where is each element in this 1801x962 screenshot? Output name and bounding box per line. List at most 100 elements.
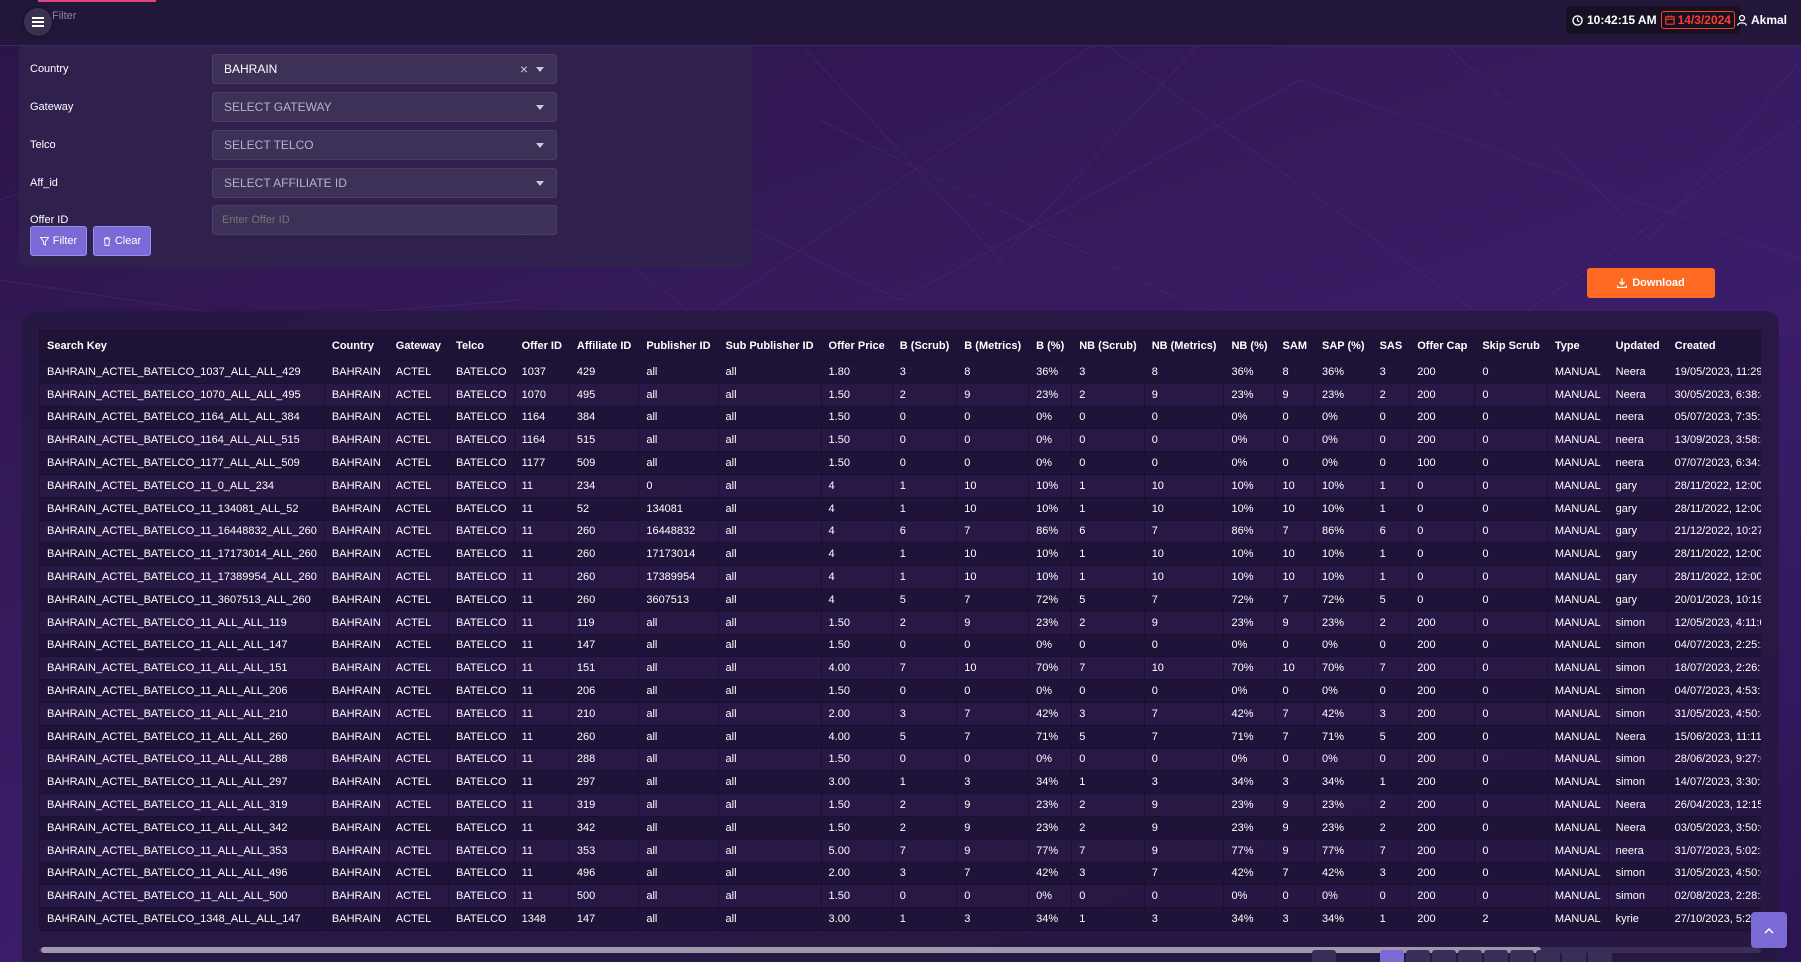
telco-select[interactable]: SELECT TELCO xyxy=(212,130,557,160)
table-cell: BATELCO xyxy=(448,815,515,840)
clear-button[interactable]: Clear xyxy=(93,226,151,256)
column-header[interactable]: Updated xyxy=(1607,330,1668,361)
table-row[interactable]: BAHRAIN_ACTEL_BATELCO_1037_ALL_ALL_429 BA… xyxy=(39,360,1761,384)
table-cell: 10% xyxy=(1314,473,1373,498)
column-header[interactable]: Created xyxy=(1666,330,1761,361)
column-header[interactable]: Offer Price xyxy=(820,330,893,361)
table-cell: kyrie xyxy=(1607,907,1668,931)
table-row[interactable]: BAHRAIN_ACTEL_BATELCO_11_134081_ALL_52 BA… xyxy=(39,496,1761,521)
table-row[interactable]: BAHRAIN_ACTEL_BATELCO_1164_ALL_ALL_384 BA… xyxy=(39,405,1761,430)
column-header[interactable]: SAS xyxy=(1371,330,1411,361)
column-header[interactable]: Type xyxy=(1546,330,1609,361)
column-header[interactable]: Affiliate ID xyxy=(568,330,640,361)
table-row[interactable]: BAHRAIN_ACTEL_BATELCO_11_16448832_ALL_26… xyxy=(39,519,1761,544)
column-header[interactable]: Telco xyxy=(448,330,515,361)
table-row[interactable]: BAHRAIN_ACTEL_BATELCO_11_ALL_ALL_206 BAHR… xyxy=(39,679,1761,703)
table-cell: 200 xyxy=(1409,770,1476,795)
table-cell: 0 xyxy=(1474,565,1548,589)
table-cell: all xyxy=(638,382,719,407)
user-menu[interactable]: Akmal xyxy=(1736,13,1787,27)
table-row[interactable]: BAHRAIN_ACTEL_BATELCO_11_ALL_ALL_260 BAHR… xyxy=(39,724,1761,749)
table-row[interactable]: BAHRAIN_ACTEL_BATELCO_11_ALL_ALL_297 BAHR… xyxy=(39,770,1761,795)
table-cell: all xyxy=(717,473,822,498)
table-row[interactable]: BAHRAIN_ACTEL_BATELCO_11_ALL_ALL_288 BAHR… xyxy=(39,747,1761,772)
table-cell: 0 xyxy=(1274,679,1316,703)
table-cell: 0 xyxy=(1474,701,1548,726)
table-cell: MANUAL xyxy=(1546,496,1609,521)
offers-table-scroll[interactable]: Search Key Country Gateway Telco Offer ID Aff… xyxy=(39,330,1761,935)
pagination-page[interactable] xyxy=(1562,950,1586,962)
table-cell: BAHRAIN xyxy=(323,701,389,726)
telco-label: Telco xyxy=(30,139,56,151)
table-cell: 3.00 xyxy=(820,770,893,795)
filter-button[interactable]: Filter xyxy=(30,226,87,256)
menu-toggle-button[interactable] xyxy=(24,8,52,36)
clear-country-icon[interactable]: × xyxy=(520,61,528,77)
table-cell: 23% xyxy=(1223,610,1276,635)
column-header[interactable]: SAM xyxy=(1274,330,1316,361)
column-header[interactable]: Sub Publisher ID xyxy=(717,330,822,361)
pagination-prev[interactable] xyxy=(1312,950,1336,962)
offer-id-input[interactable] xyxy=(212,205,557,235)
column-header[interactable]: NB (Scrub) xyxy=(1071,330,1145,361)
column-header[interactable]: Offer Cap xyxy=(1409,330,1476,361)
column-header[interactable]: B (Scrub) xyxy=(891,330,958,361)
table-row[interactable]: BAHRAIN_ACTEL_BATELCO_11_ALL_ALL_147 BAHR… xyxy=(39,633,1761,658)
table-row[interactable]: BAHRAIN_ACTEL_BATELCO_11_ALL_ALL_496 BAHR… xyxy=(39,861,1761,886)
table-cell: 0 xyxy=(1409,519,1476,544)
column-header[interactable]: B (%) xyxy=(1028,330,1073,361)
column-header[interactable]: NB (Metrics) xyxy=(1143,330,1225,361)
column-header[interactable]: SAP (%) xyxy=(1314,330,1373,361)
table-row[interactable]: BAHRAIN_ACTEL_BATELCO_11_17389954_ALL_26… xyxy=(39,565,1761,589)
column-header[interactable]: Publisher ID xyxy=(638,330,719,361)
column-header[interactable]: Offer ID xyxy=(513,330,570,361)
table-row[interactable]: BAHRAIN_ACTEL_BATELCO_1164_ALL_ALL_515 BA… xyxy=(39,428,1761,453)
pagination-page[interactable] xyxy=(1458,950,1482,962)
gateway-select[interactable]: SELECT GATEWAY xyxy=(212,92,557,122)
pagination-page[interactable] xyxy=(1588,950,1612,962)
pagination-page[interactable] xyxy=(1432,950,1456,962)
table-row[interactable]: BAHRAIN_ACTEL_BATELCO_1348_ALL_ALL_147 BA… xyxy=(39,907,1761,931)
table-cell: 10 xyxy=(1143,542,1225,567)
table-row[interactable]: BAHRAIN_ACTEL_BATELCO_11_ALL_ALL_119 BAHR… xyxy=(39,610,1761,635)
scroll-to-top-button[interactable] xyxy=(1751,912,1787,948)
table-row[interactable]: BAHRAIN_ACTEL_BATELCO_11_ALL_ALL_210 BAHR… xyxy=(39,701,1761,726)
table-cell: 260 xyxy=(568,519,640,544)
column-header[interactable]: Skip Scrub xyxy=(1474,330,1548,361)
pagination-page-active[interactable] xyxy=(1380,950,1404,962)
table-cell: 1 xyxy=(1371,907,1411,931)
table-cell: 0 xyxy=(891,451,958,475)
table-cell: MANUAL xyxy=(1546,360,1609,384)
table-row[interactable]: BAHRAIN_ACTEL_BATELCO_11_ALL_ALL_319 BAHR… xyxy=(39,793,1761,817)
table-cell: ACTEL xyxy=(387,838,450,863)
affiliate-select[interactable]: SELECT AFFILIATE ID xyxy=(212,168,557,198)
pagination-page[interactable] xyxy=(1406,950,1430,962)
column-header[interactable]: Gateway xyxy=(387,330,450,361)
pagination-page[interactable] xyxy=(1484,950,1508,962)
table-cell: 0 xyxy=(1474,747,1548,772)
table-row[interactable]: BAHRAIN_ACTEL_BATELCO_11_ALL_ALL_500 BAHR… xyxy=(39,884,1761,909)
pagination-page[interactable] xyxy=(1536,950,1560,962)
download-button[interactable]: Download xyxy=(1587,268,1715,298)
table-cell: all xyxy=(717,610,822,635)
table-cell: neera xyxy=(1607,428,1668,453)
column-header[interactable]: Search Key xyxy=(39,330,325,361)
table-cell: BATELCO xyxy=(448,679,515,703)
table-row[interactable]: BAHRAIN_ACTEL_BATELCO_11_ALL_ALL_342 BAHR… xyxy=(39,815,1761,840)
table-row[interactable]: BAHRAIN_ACTEL_BATELCO_1177_ALL_ALL_509 BA… xyxy=(39,451,1761,475)
offers-table-card: Search Key Country Gateway Telco Offer ID Aff… xyxy=(22,311,1779,962)
table-row[interactable]: BAHRAIN_ACTEL_BATELCO_11_ALL_ALL_151 BAHR… xyxy=(39,656,1761,681)
column-header[interactable]: B (Metrics) xyxy=(956,330,1030,361)
table-cell: 34% xyxy=(1314,770,1373,795)
table-row[interactable]: BAHRAIN_ACTEL_BATELCO_11_ALL_ALL_353 BAHR… xyxy=(39,838,1761,863)
pagination-page[interactable] xyxy=(1510,950,1534,962)
column-header[interactable]: Country xyxy=(323,330,389,361)
table-row[interactable]: BAHRAIN_ACTEL_BATELCO_11_0_ALL_234 BAHRAI… xyxy=(39,473,1761,498)
table-row[interactable]: BAHRAIN_ACTEL_BATELCO_11_17173014_ALL_26… xyxy=(39,542,1761,567)
table-row[interactable]: BAHRAIN_ACTEL_BATELCO_11_3607513_ALL_260… xyxy=(39,587,1761,612)
table-row[interactable]: BAHRAIN_ACTEL_BATELCO_1070_ALL_ALL_495 BA… xyxy=(39,382,1761,407)
column-header[interactable]: NB (%) xyxy=(1223,330,1276,361)
table-cell: 42% xyxy=(1028,701,1073,726)
country-select[interactable]: BAHRAIN × xyxy=(212,54,557,84)
table-cell: all xyxy=(717,724,822,749)
